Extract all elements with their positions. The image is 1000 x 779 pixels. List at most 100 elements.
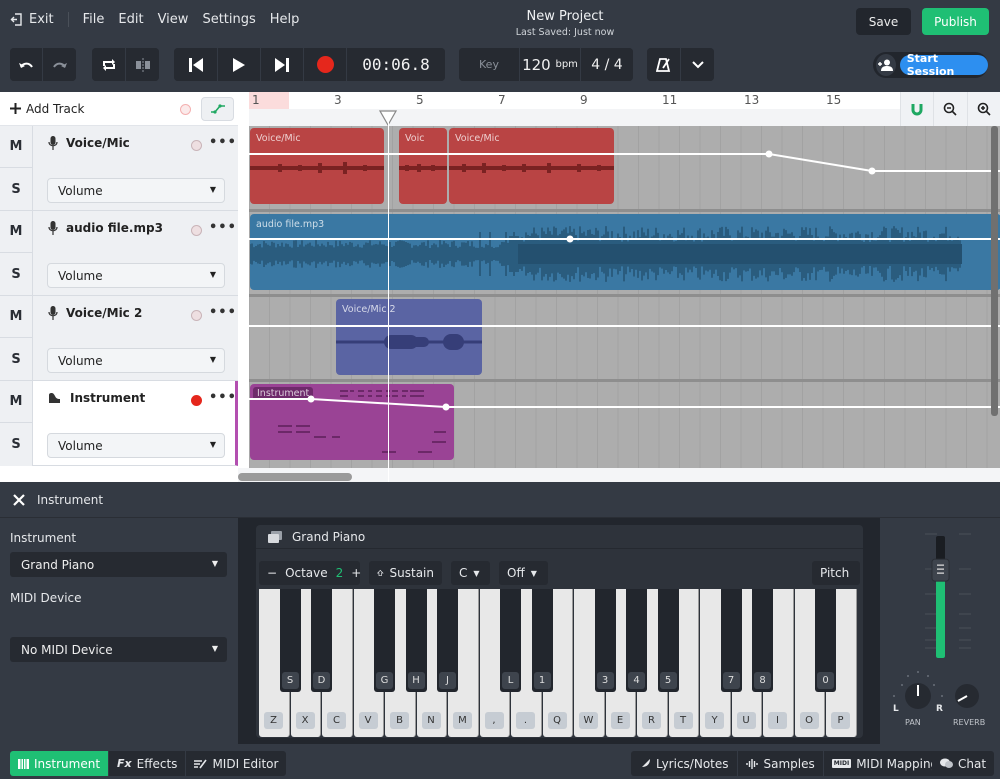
split-button[interactable]: [126, 48, 159, 81]
more-options-icon[interactable]: •••: [209, 135, 237, 150]
menu-help[interactable]: Help: [270, 12, 300, 27]
pitch-button[interactable]: Pitch: [812, 561, 860, 585]
automation-param-select[interactable]: Volume ▼: [47, 263, 225, 288]
black-key[interactable]: H: [405, 589, 427, 692]
midi-device-select[interactable]: No MIDI Device ▼: [10, 637, 227, 662]
project-title[interactable]: New Project: [465, 9, 665, 24]
octave-down-button[interactable]: −: [267, 566, 277, 580]
metronome-button[interactable]: [647, 48, 681, 81]
automation-line[interactable]: [249, 209, 1000, 294]
close-icon[interactable]: [13, 493, 25, 506]
black-key[interactable]: 8: [752, 589, 773, 692]
tab-midi-editor[interactable]: MIDI Editor: [186, 751, 286, 776]
tab-effects[interactable]: Fx Effects: [109, 751, 187, 776]
menu-view[interactable]: View: [158, 12, 189, 27]
menu-edit[interactable]: Edit: [118, 12, 143, 27]
time-signature[interactable]: 4 / 4: [581, 48, 633, 81]
mute-button[interactable]: M: [0, 211, 33, 253]
black-key[interactable]: 0: [815, 589, 836, 692]
reverb-knob-control[interactable]: [953, 681, 981, 711]
redo-button[interactable]: [43, 48, 76, 81]
play-button[interactable]: [218, 48, 261, 81]
key-shortcut-label: C: [327, 712, 346, 729]
metronome-options-button[interactable]: [681, 48, 714, 81]
vertical-scrollbar[interactable]: [991, 126, 998, 416]
mute-button[interactable]: M: [0, 296, 33, 338]
automation-param-select[interactable]: Volume ▼: [47, 433, 225, 458]
add-collaborator-button[interactable]: [876, 54, 896, 76]
snap-toggle[interactable]: [900, 92, 933, 126]
record-arm-button[interactable]: [191, 395, 202, 406]
track-name[interactable]: Instrument: [48, 391, 145, 405]
start-session-button[interactable]: Start Session: [899, 52, 988, 78]
bpm-field[interactable]: 120 bpm: [520, 48, 581, 81]
record-arm-all[interactable]: [180, 104, 191, 115]
black-key[interactable]: G: [374, 589, 395, 692]
mute-button[interactable]: M: [0, 381, 33, 423]
automation-param-select[interactable]: Volume ▼: [47, 348, 225, 373]
scale-select[interactable]: Off ▼: [499, 561, 548, 585]
sustain-button[interactable]: Sustain: [369, 561, 442, 585]
lyrics-notes-button[interactable]: Lyrics/Notes: [631, 751, 738, 776]
reverb-label: REVERB: [953, 718, 986, 727]
solo-button[interactable]: S: [0, 253, 33, 296]
black-key[interactable]: 7: [720, 589, 742, 692]
horizontal-scrollbar[interactable]: [238, 473, 352, 481]
solo-button[interactable]: S: [0, 168, 33, 211]
record-button[interactable]: [304, 48, 347, 81]
arrangement-lanes[interactable]: Voice/Mic Voic Voice/Mic audio file.mp3: [249, 126, 1000, 468]
loop-button[interactable]: [92, 48, 126, 81]
key-shortcut-label: X: [295, 712, 315, 729]
black-key[interactable]: J: [437, 589, 458, 692]
automation-param-select[interactable]: Volume ▼: [47, 178, 225, 203]
key-shortcut-label: Z: [264, 712, 283, 729]
octave-up-button[interactable]: +: [351, 566, 361, 580]
solo-button[interactable]: S: [0, 338, 33, 381]
key-selector[interactable]: Key: [459, 48, 520, 81]
record-arm-button[interactable]: [191, 310, 202, 321]
more-options-icon[interactable]: •••: [209, 305, 237, 320]
automation-line[interactable]: [249, 294, 1000, 379]
track-name[interactable]: audio file.mp3: [48, 221, 163, 235]
zoom-in-button[interactable]: [966, 92, 1000, 126]
chat-button[interactable]: Chat: [932, 751, 994, 776]
exit-button[interactable]: Exit: [10, 12, 69, 27]
add-track-button[interactable]: Add Track: [10, 102, 84, 116]
piano-icon: [49, 393, 60, 403]
black-key[interactable]: 4: [626, 589, 647, 692]
skip-back-button[interactable]: [174, 48, 218, 81]
timeline-ruler[interactable]: 1 3 5 7 9 11 13 15: [249, 92, 900, 126]
key-select[interactable]: C ▼: [451, 561, 490, 585]
track-name[interactable]: Voice/Mic 2: [48, 306, 142, 320]
undo-button[interactable]: [10, 48, 43, 81]
key-shortcut-label: T: [673, 712, 693, 729]
automation-line[interactable]: [249, 126, 1000, 209]
mute-button[interactable]: M: [0, 126, 33, 168]
automation-icon: [210, 104, 225, 114]
black-key[interactable]: D: [311, 589, 332, 692]
key-value: C: [459, 566, 468, 580]
record-arm-button[interactable]: [191, 225, 202, 236]
samples-button[interactable]: Samples: [738, 751, 824, 776]
save-button[interactable]: Save: [856, 8, 911, 35]
automation-toggle[interactable]: [201, 97, 234, 121]
more-options-icon[interactable]: •••: [209, 220, 237, 235]
more-options-icon[interactable]: •••: [209, 390, 237, 405]
zoom-out-button[interactable]: [933, 92, 966, 126]
menu-file[interactable]: File: [83, 12, 105, 27]
record-arm-button[interactable]: [191, 140, 202, 151]
automation-line[interactable]: [249, 379, 1000, 468]
black-key[interactable]: 1: [531, 589, 553, 692]
menu-settings[interactable]: Settings: [202, 12, 255, 27]
solo-button[interactable]: S: [0, 423, 33, 466]
black-key[interactable]: 5: [657, 589, 679, 692]
tab-instrument[interactable]: Instrument: [10, 751, 110, 776]
black-key[interactable]: L: [500, 589, 521, 692]
track-name[interactable]: Voice/Mic: [48, 136, 130, 150]
track-header: M S audio file.mp3 ••• Volume ▼: [0, 211, 238, 296]
skip-forward-button[interactable]: [261, 48, 304, 81]
instrument-select[interactable]: Grand Piano ▼: [10, 552, 227, 577]
black-key[interactable]: S: [279, 589, 301, 692]
black-key[interactable]: 3: [594, 589, 616, 692]
publish-button[interactable]: Publish: [922, 8, 989, 35]
